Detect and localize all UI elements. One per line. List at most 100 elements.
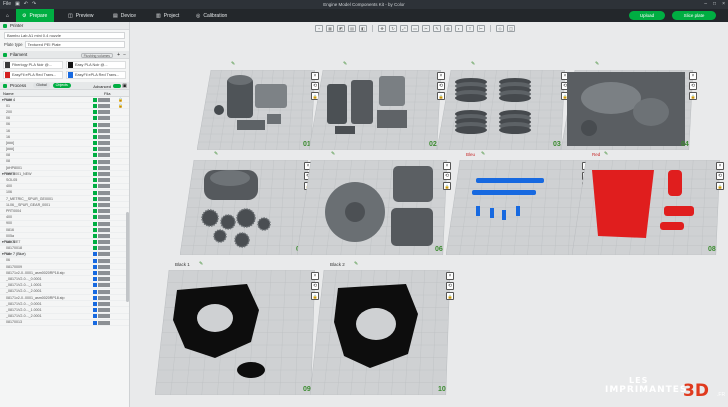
plate-canvas[interactable] [197, 70, 315, 150]
filament-indicator[interactable] [93, 165, 97, 170]
build-plate-07[interactable]: 07Bleu✎×⟲🔒 [446, 151, 590, 255]
blue-rod-part[interactable] [476, 178, 544, 183]
gear-part[interactable] [581, 120, 597, 136]
filament-select[interactable] [98, 320, 110, 325]
tab-device[interactable]: ▤ Device [107, 9, 142, 22]
object-list-scrollbar[interactable] [126, 212, 129, 302]
build-plate-05[interactable]: 05✎×⟲🔒 [180, 151, 312, 255]
gear-part[interactable] [220, 214, 236, 230]
filament-indicator[interactable] [93, 153, 97, 158]
filament-select[interactable] [98, 110, 110, 115]
filament-select[interactable] [98, 184, 110, 189]
filament-indicator[interactable] [93, 116, 97, 121]
gear-part[interactable] [257, 217, 271, 231]
scale-icon[interactable]: ⤢ [400, 24, 408, 32]
filament-indicator[interactable] [93, 209, 97, 214]
red-bracket-part[interactable] [664, 206, 694, 216]
filament-select[interactable] [98, 314, 110, 319]
filament-indicator[interactable] [93, 221, 97, 226]
cover-part[interactable] [379, 76, 405, 106]
lock-plate-icon[interactable]: 🔒 [446, 292, 454, 300]
blue-pin-part[interactable] [476, 206, 480, 216]
printer-section-header[interactable]: Printer [0, 22, 129, 30]
filament-select[interactable] [98, 122, 110, 127]
filament-select[interactable] [98, 116, 110, 121]
filament-select[interactable] [98, 147, 110, 152]
filament-indicator[interactable] [93, 289, 97, 294]
gear-part[interactable] [201, 209, 219, 227]
tab-calibration[interactable]: ◎ Calibration [190, 9, 233, 22]
ring-hub-part[interactable] [345, 202, 365, 222]
plate-name[interactable]: Bleu [466, 152, 475, 157]
plate-canvas[interactable] [297, 160, 447, 255]
filament-indicator[interactable] [93, 233, 97, 238]
delete-plate-icon[interactable]: × [689, 72, 697, 80]
plate-canvas[interactable] [310, 270, 450, 395]
delete-plate-icon[interactable]: × [446, 272, 454, 280]
view-icon[interactable]: ◫ [507, 24, 515, 32]
crankcase-part[interactable] [633, 98, 669, 126]
arrange-plate-icon[interactable]: ⟲ [446, 282, 454, 290]
cylinder-fin[interactable] [455, 94, 487, 102]
cover-part[interactable] [255, 84, 287, 108]
lock-icon[interactable]: 🔒 [118, 97, 123, 102]
filament-indicator[interactable] [93, 277, 97, 282]
filament-indicator[interactable] [93, 215, 97, 220]
process-global-toggle[interactable]: Global [33, 83, 50, 88]
filament-select[interactable] [98, 264, 110, 269]
filament-indicator[interactable] [93, 196, 97, 201]
measure-icon[interactable]: ⊢ [477, 24, 485, 32]
delete-plate-icon[interactable]: × [716, 162, 724, 170]
filament-select[interactable] [98, 103, 110, 108]
blue-rod-part[interactable] [472, 190, 536, 195]
build-plate-08[interactable]: 08 Red ✎ × ⟲ 🔒 [572, 151, 724, 255]
filament-select[interactable] [98, 153, 110, 158]
filament-select[interactable] [98, 159, 110, 164]
build-plate-10[interactable]: 10 Black 2 ✎ × ⟲ 🔒 [310, 261, 454, 395]
arrange-plate-icon[interactable]: ⟲ [689, 82, 697, 90]
cylinder-fin[interactable] [455, 126, 487, 134]
blue-pin-part[interactable] [502, 210, 506, 220]
edit-plate-name-icon[interactable]: ✎ [199, 261, 203, 267]
base-part[interactable] [237, 120, 265, 130]
gear-part[interactable] [236, 208, 256, 228]
build-plate-02[interactable]: 02 ✎ × ⟲ 🔒 [309, 61, 445, 150]
filament-indicator[interactable] [93, 103, 97, 108]
remove-filament-icon[interactable]: − [123, 52, 126, 58]
edit-plate-name-icon[interactable]: ✎ [231, 61, 235, 67]
plate-canvas[interactable] [446, 160, 586, 255]
filament-indicator[interactable] [93, 141, 97, 146]
filament-indicator[interactable] [93, 110, 97, 115]
edit-plate-name-icon[interactable]: ✎ [595, 61, 599, 67]
add-filament-icon[interactable]: + [117, 52, 120, 58]
upload-button[interactable]: Upload [629, 11, 665, 20]
plate-name[interactable]: Black 2 [330, 262, 345, 267]
filament-select[interactable] [98, 165, 110, 170]
add-object-icon[interactable]: + [315, 24, 323, 32]
maximize-icon[interactable]: □ [713, 1, 716, 7]
filament-indicator[interactable] [93, 190, 97, 195]
cut-icon[interactable]: ✂ [422, 24, 430, 32]
plate-name[interactable]: Red [592, 152, 600, 157]
cylinder-fin[interactable] [499, 126, 531, 134]
plate-name[interactable]: Black 1 [175, 262, 190, 267]
filament-indicator[interactable] [93, 159, 97, 164]
seam-paint-icon[interactable]: ◍ [444, 24, 452, 32]
build-plate-06[interactable]: 06 ✎ × ⟲ 🔒 [297, 151, 451, 255]
arrange-plate-icon[interactable]: ⟲ [716, 172, 724, 180]
filament-indicator[interactable] [93, 246, 97, 251]
filament-select[interactable] [98, 202, 110, 207]
filament-indicator[interactable] [93, 122, 97, 127]
filament-indicator[interactable] [93, 258, 97, 263]
filament-indicator[interactable] [93, 252, 97, 257]
filament-indicator[interactable] [93, 301, 97, 306]
filament-select[interactable] [98, 258, 110, 263]
plate-canvas[interactable] [437, 70, 565, 150]
filament-slot-4[interactable]: EasyFil ePLA Red Trans... [66, 71, 126, 79]
build-plate-01[interactable]: 01 ✎ × ⟲ 🔒 [197, 61, 319, 150]
filament-select[interactable] [98, 240, 110, 245]
plate-canvas[interactable] [309, 70, 441, 150]
filament-indicator[interactable] [93, 172, 97, 177]
edit-plate-name-icon[interactable]: ✎ [214, 151, 218, 157]
filament-section-header[interactable]: Filament Flushing volumes + − [0, 51, 129, 59]
